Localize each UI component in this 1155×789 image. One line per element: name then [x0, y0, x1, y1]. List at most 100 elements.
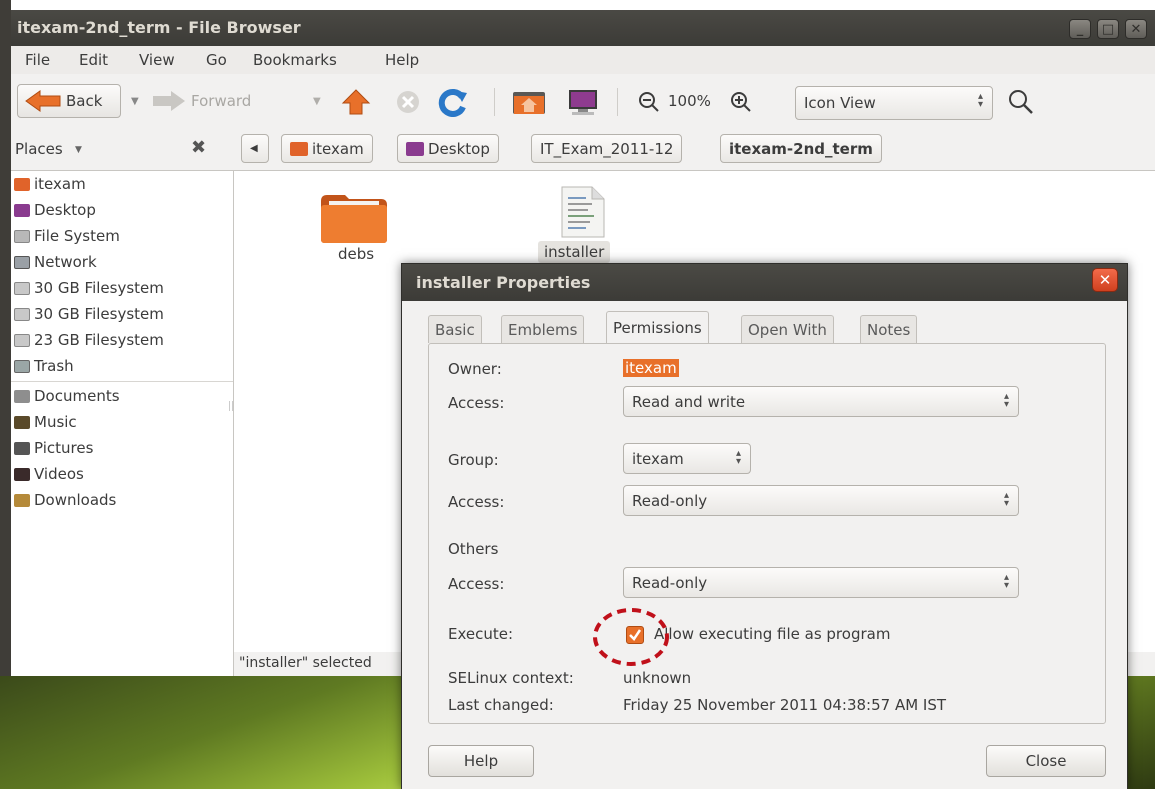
videos-folder-icon	[14, 467, 30, 481]
forward-button[interactable]: Forward	[151, 84, 251, 118]
sidebar-item-label: Videos	[34, 465, 84, 483]
back-history-dropdown-icon[interactable]: ▼	[131, 96, 139, 107]
others-access-value: Read-only	[632, 573, 708, 592]
select-arrows-icon: ▴ ▾	[735, 448, 741, 467]
menu-view[interactable]: View	[139, 51, 175, 69]
computer-icon[interactable]	[566, 88, 600, 116]
file-name: debs	[338, 245, 375, 263]
group-access-value: Read-only	[632, 491, 708, 510]
dialog-title: installer Properties	[416, 273, 591, 292]
sidebar-item-videos[interactable]: Videos	[14, 461, 84, 487]
menu-bookmarks[interactable]: Bookmarks	[253, 51, 337, 69]
sidebar-item-trash[interactable]: Trash	[14, 353, 74, 379]
home-folder-icon	[14, 177, 30, 191]
sidebar-item-filesystem-23gb[interactable]: 23 GB Filesystem	[14, 327, 164, 353]
sidebar-item-file-system[interactable]: File System	[14, 223, 120, 249]
tab-basic[interactable]: Basic	[428, 315, 482, 343]
home-folder-icon[interactable]	[511, 88, 547, 116]
select-arrows-icon: ▴ ▾	[1003, 490, 1009, 509]
status-text: "installer" selected	[239, 655, 372, 671]
sidebar-item-label: Music	[34, 413, 77, 431]
owner-access-select[interactable]: Read and write ▴ ▾	[623, 386, 1019, 417]
others-access-label: Access:	[448, 575, 505, 593]
search-icon[interactable]	[1007, 88, 1035, 116]
home-folder-icon	[290, 141, 308, 156]
sidebar-item-documents[interactable]: Documents	[14, 383, 120, 409]
stop-icon[interactable]	[395, 89, 421, 115]
sidebar-item-music[interactable]: Music	[14, 409, 77, 435]
menu-help[interactable]: Help	[385, 51, 419, 69]
group-access-select[interactable]: Read-only ▴ ▾	[623, 485, 1019, 516]
file-item-debs[interactable]: debs	[314, 185, 394, 265]
up-arrow-icon[interactable]	[341, 88, 371, 116]
file-name-selected: installer	[538, 241, 611, 263]
drive-icon	[14, 281, 30, 295]
sidebar-item-label: 30 GB Filesystem	[34, 279, 164, 297]
documents-folder-icon	[14, 389, 30, 403]
sidebar-resize-handle[interactable]	[229, 401, 233, 411]
dialog-titlebar[interactable]: installer Properties ✕	[402, 264, 1127, 301]
tab-emblems[interactable]: Emblems	[501, 315, 585, 343]
places-header[interactable]: Places	[15, 140, 63, 158]
sidebar-item-filesystem-30gb-a[interactable]: 30 GB Filesystem	[14, 275, 164, 301]
tab-permissions[interactable]: Permissions	[606, 311, 709, 344]
close-window-button[interactable]: ✕	[1125, 19, 1147, 39]
tab-notes[interactable]: Notes	[860, 315, 918, 343]
maximize-button[interactable]: □	[1097, 19, 1119, 39]
close-button[interactable]: Close	[986, 745, 1106, 777]
toolbar-separator	[494, 88, 495, 116]
places-dropdown-icon[interactable]: ▼	[75, 145, 82, 155]
help-button[interactable]: Help	[428, 745, 534, 777]
forward-history-dropdown-icon[interactable]: ▼	[313, 96, 321, 107]
breadcrumb-it-exam[interactable]: IT_Exam_2011-12	[531, 134, 683, 163]
sidebar-divider	[11, 381, 233, 382]
selinux-label: SELinux context:	[448, 669, 574, 687]
menu-edit[interactable]: Edit	[79, 51, 108, 69]
drive-icon	[14, 307, 30, 321]
last-changed-value: Friday 25 November 2011 04:38:57 AM IST	[623, 696, 947, 714]
back-button[interactable]: Back	[17, 84, 121, 118]
sidebar-item-label: File System	[34, 227, 120, 245]
reload-icon[interactable]	[436, 87, 468, 117]
sidebar-item-label: 23 GB Filesystem	[34, 331, 164, 349]
owner-access-label: Access:	[448, 394, 505, 412]
forward-label: Forward	[191, 92, 252, 110]
execute-checkbox-label[interactable]: Allow executing file as program	[654, 625, 890, 643]
breadcrumb-scroll-left-icon[interactable]: ◀	[241, 134, 269, 163]
breadcrumb-label: itexam	[312, 139, 364, 158]
sidebar-item-network[interactable]: Network	[14, 249, 97, 275]
view-mode-select[interactable]: Icon View ▴ ▾	[795, 86, 993, 120]
breadcrumb-current[interactable]: itexam-2nd_term	[720, 134, 882, 163]
sidebar-item-filesystem-30gb-b[interactable]: 30 GB Filesystem	[14, 301, 164, 327]
sidebar-item-pictures[interactable]: Pictures	[14, 435, 93, 461]
forward-arrow-icon	[153, 91, 185, 111]
owner-access-value: Read and write	[632, 392, 746, 411]
breadcrumb-itexam[interactable]: itexam	[281, 134, 373, 163]
file-item-installer[interactable]: installer	[532, 183, 632, 265]
drive-icon	[14, 333, 30, 347]
sidebar-item-downloads[interactable]: Downloads	[14, 487, 116, 513]
close-sidebar-icon[interactable]: ✖	[191, 137, 206, 158]
menu-go[interactable]: Go	[206, 51, 227, 69]
owner-value[interactable]: itexam	[623, 359, 679, 377]
window-titlebar[interactable]: itexam-2nd_term - File Browser _ □ ✕	[11, 10, 1155, 46]
sidebar-item-label: Desktop	[34, 201, 96, 219]
zoom-in-icon[interactable]	[729, 90, 753, 114]
dialog-close-icon[interactable]: ✕	[1092, 268, 1118, 292]
breadcrumb-label: IT_Exam_2011-12	[540, 139, 674, 158]
zoom-out-icon[interactable]	[637, 90, 661, 114]
menu-file[interactable]: File	[25, 51, 50, 69]
group-select[interactable]: itexam ▴ ▾	[623, 443, 751, 474]
downloads-folder-icon	[14, 493, 30, 507]
desktop-icon	[14, 203, 30, 217]
others-access-select[interactable]: Read-only ▴ ▾	[623, 567, 1019, 598]
sidebar-item-desktop[interactable]: Desktop	[14, 197, 96, 223]
toolbar: Back ▼ Forward ▼ 100% Icon View ▴ ▾	[11, 74, 1155, 128]
sidebar-item-itexam[interactable]: itexam	[14, 171, 86, 197]
toolbar-separator	[617, 88, 618, 116]
tab-open-with[interactable]: Open With	[741, 315, 834, 343]
back-arrow-icon	[25, 90, 61, 112]
desktop-icon	[406, 141, 424, 156]
minimize-button[interactable]: _	[1069, 19, 1091, 39]
breadcrumb-desktop[interactable]: Desktop	[397, 134, 499, 163]
